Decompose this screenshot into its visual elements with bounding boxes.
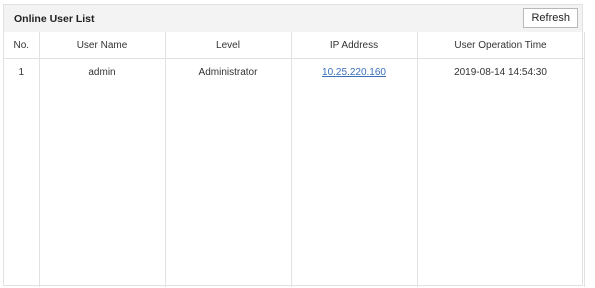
column-header-operation-time[interactable]: User Operation Time [416,32,585,59]
column-header-no[interactable]: No. [4,32,40,59]
column-header-level[interactable]: Level [164,32,292,59]
cell-level: Administrator [164,58,292,85]
cell-user-name: admin [38,58,166,85]
cell-operation-time: 2019-08-14 14:54:30 [416,58,585,85]
refresh-button[interactable]: Refresh [523,8,578,28]
filler-cell [38,85,166,287]
table-row[interactable]: 1 admin Administrator 10.25.220.160 2019… [4,58,585,85]
column-header-user-name[interactable]: User Name [38,32,166,59]
column-header-ip-address[interactable]: IP Address [290,32,418,59]
filler-cell [4,85,40,287]
filler-cell [290,85,418,287]
filler-cell [164,85,292,287]
panel-title: Online User List [14,13,95,25]
cell-ip-address: 10.25.220.160 [290,58,418,85]
panel-header: Online User List Refresh [4,5,582,32]
online-user-table: No. User Name Level IP Address User Oper… [4,32,585,287]
ip-address-link[interactable]: 10.25.220.160 [322,67,386,78]
online-user-panel: Online User List Refresh No. User Name L… [3,4,585,287]
cell-no: 1 [4,58,40,85]
table-header-row: No. User Name Level IP Address User Oper… [4,32,585,59]
empty-filler-row [4,85,585,287]
filler-cell [416,85,585,287]
